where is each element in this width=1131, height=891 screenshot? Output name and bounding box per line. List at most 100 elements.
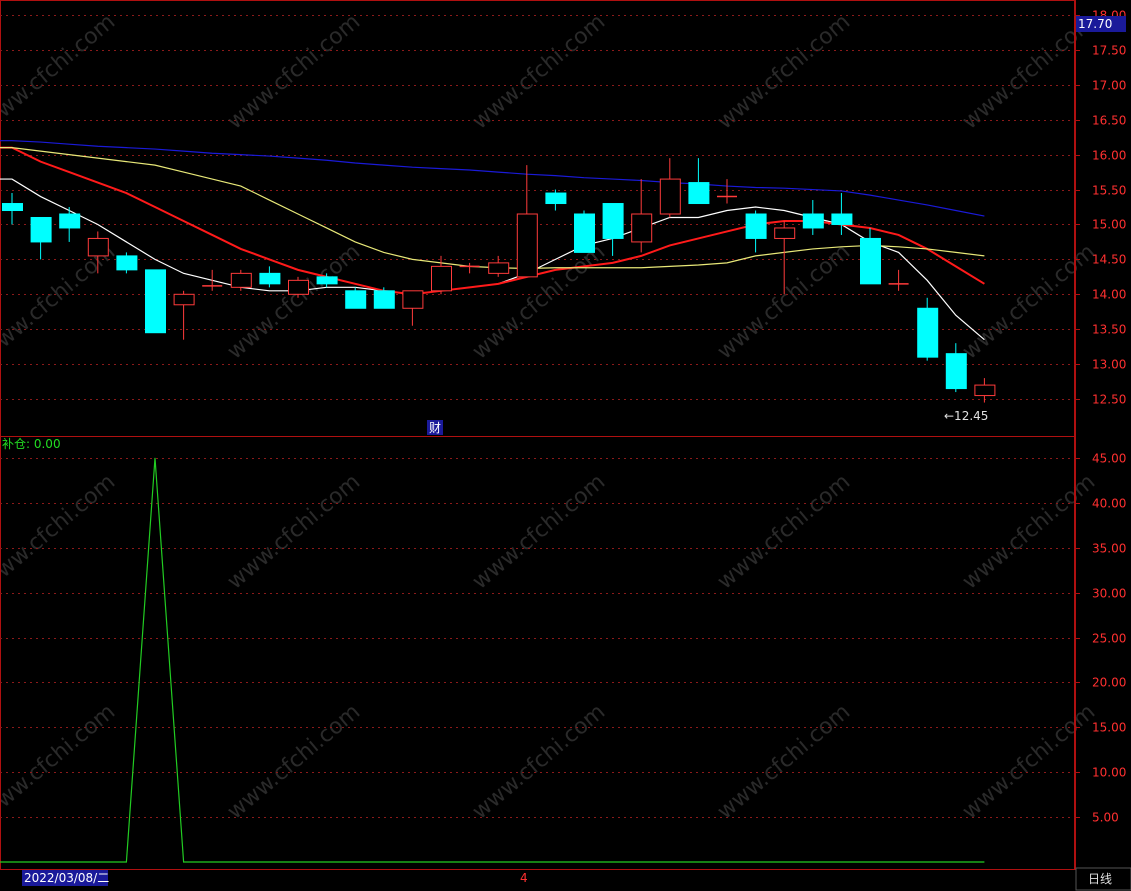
price-tick-label: 17.00 — [1092, 79, 1126, 93]
candle — [288, 276, 309, 298]
period-label[interactable]: 日线 — [1088, 872, 1112, 886]
candle-body — [631, 213, 653, 243]
candlestick-series — [2, 158, 996, 403]
watermark-text: www.cfchi.com — [958, 239, 1100, 364]
candle — [659, 158, 681, 218]
candle — [345, 287, 367, 309]
candle — [145, 269, 166, 334]
x-marker-label: 4 — [520, 871, 528, 885]
candle — [173, 290, 195, 340]
candle-body — [431, 265, 452, 292]
watermark-text: www.cfchi.com — [468, 699, 610, 824]
candle — [545, 189, 567, 211]
watermark-text: www.cfchi.com — [468, 9, 610, 134]
candle-body — [860, 237, 881, 285]
indicator-tick-label: 30.00 — [1092, 587, 1126, 601]
low-price-marker: ←12.45 — [944, 409, 988, 423]
watermark-text: www.cfchi.com — [223, 239, 365, 364]
current-price-label: 17.70 — [1078, 17, 1112, 31]
candle — [402, 290, 424, 326]
candle — [688, 158, 710, 205]
watermark-text: www.cfchi.com — [468, 239, 610, 364]
candle — [116, 252, 138, 274]
candle-body — [30, 216, 52, 243]
watermark-text: www.cfchi.com — [468, 469, 610, 594]
candle-body — [59, 213, 81, 229]
indicator-tick-label: 5.00 — [1092, 811, 1119, 825]
price-axis-ticks: 18.0017.5017.0016.5016.0015.5015.0014.50… — [1075, 9, 1126, 407]
indicator-tick-label: 10.00 — [1092, 766, 1126, 780]
price-tick-label: 14.00 — [1092, 288, 1126, 302]
candle-body — [516, 213, 538, 278]
candle — [459, 262, 480, 274]
candle — [745, 210, 767, 253]
plot-frame — [0, 0, 1075, 870]
date-label: 2022/03/08/二 — [24, 871, 109, 885]
candle — [574, 210, 595, 253]
finance-marker[interactable]: 财 — [429, 421, 441, 435]
indicator-tick-label: 35.00 — [1092, 542, 1126, 556]
watermark-text: www.cfchi.com — [713, 9, 855, 134]
candle-body — [402, 290, 424, 309]
candle-body — [602, 203, 624, 239]
candle — [802, 200, 824, 235]
price-tick-label: 13.50 — [1092, 323, 1126, 337]
candle-body — [2, 203, 23, 212]
chart-canvas: www.cfchi.com www.cfchi.com www.cfchi.com w… — [0, 0, 1131, 891]
watermark-text: www.cfchi.com — [0, 469, 120, 594]
moving-average-line — [0, 140, 985, 217]
candle — [602, 203, 624, 256]
candle-body — [87, 237, 109, 257]
candle-body — [917, 307, 939, 358]
candle — [2, 193, 23, 225]
candle-body — [373, 290, 395, 309]
watermark-text: www.cfchi.com — [0, 699, 120, 824]
candle-body — [945, 353, 967, 390]
watermark-text: www.cfchi.com — [958, 699, 1100, 824]
watermark-text: www.cfchi.com — [958, 469, 1100, 594]
price-tick-label: 17.50 — [1092, 44, 1126, 58]
candle-body — [974, 384, 996, 397]
candle — [888, 269, 909, 291]
indicator-tick-label: 45.00 — [1092, 452, 1126, 466]
candle — [516, 165, 538, 278]
indicator-label: 补仓: 0.00 — [2, 437, 61, 451]
price-tick-label: 12.50 — [1092, 393, 1126, 407]
candle — [373, 287, 395, 309]
candle-body — [831, 213, 853, 225]
candle — [917, 297, 939, 361]
indicator-tick-label: 25.00 — [1092, 632, 1126, 646]
candle — [30, 216, 52, 260]
price-tick-label: 16.50 — [1092, 114, 1126, 128]
indicator-tick-label: 40.00 — [1092, 497, 1126, 511]
candle-body — [802, 213, 824, 229]
price-tick-label: 15.50 — [1092, 184, 1126, 198]
candle-body — [173, 293, 195, 306]
indicator-axis-ticks: 45.00 40.00 35.00 30.00 25.00 20.00 15.00 10.00… — [1075, 452, 1126, 825]
bottom-bar — [0, 870, 1131, 891]
candle-body — [688, 182, 710, 205]
candle — [974, 378, 996, 403]
watermark-text: www.cfchi.com — [0, 9, 120, 134]
candle-body — [545, 192, 567, 205]
candle — [230, 269, 252, 291]
candle-body — [659, 178, 681, 215]
candle-body — [316, 276, 338, 285]
candle-body — [116, 255, 138, 271]
candle — [259, 266, 281, 288]
price-tick-label: 16.00 — [1092, 149, 1126, 163]
candle — [860, 227, 881, 285]
candle — [59, 207, 81, 242]
candle-body — [774, 227, 796, 239]
candle-body — [345, 290, 367, 309]
watermark-layer: www.cfchi.com www.cfchi.com www.cfchi.com w… — [0, 9, 1100, 824]
price-tick-label: 15.00 — [1092, 218, 1126, 232]
watermark-text: www.cfchi.com — [0, 239, 120, 364]
watermark-text: www.cfchi.com — [223, 9, 365, 134]
candle — [717, 179, 737, 204]
candle-body — [745, 213, 767, 239]
candle-body — [288, 279, 309, 295]
watermark-text: www.cfchi.com — [713, 469, 855, 594]
price-tick-label: 14.50 — [1092, 253, 1126, 267]
candle-body — [574, 213, 595, 253]
